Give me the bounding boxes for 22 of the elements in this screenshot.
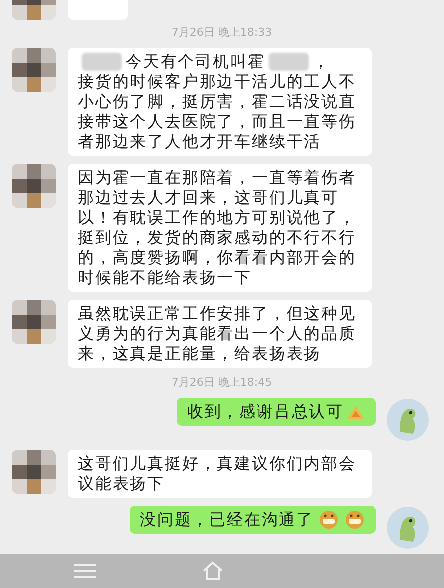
redacted-mark: [82, 53, 122, 71]
message-text: 虽然耽误正常工作安排了，但这种见义勇为的行为真能看出一个人的品质来，这真是正能量，给表扬表扬: [78, 304, 358, 364]
menu-icon[interactable]: [74, 563, 96, 579]
message-text: 没问题，已经在沟通了: [140, 510, 314, 530]
home-icon[interactable]: [202, 561, 224, 581]
message-text: 这哥们儿真挺好，真建议你们内部会议能表扬下: [78, 454, 358, 494]
timestamp: 7月26日 晚上18:33: [172, 26, 272, 40]
avatar: [12, 164, 56, 208]
message-text: 接货的时候客户那边干活儿的工人不小心伤了脚，挺厉害，霍二话没说直接带这个人去医院了，而且一直等伤者那边来了人他才开车继续干活: [78, 72, 358, 152]
message-text: 今天有个司机叫霍: [126, 52, 266, 72]
timestamp: 7月26日 晚上18:45: [172, 376, 272, 390]
grinning-face-icon: [344, 510, 366, 530]
message-text: 收到，感谢吕总认可: [187, 402, 344, 422]
message-text: ，: [313, 52, 331, 72]
dinosaur-avatar-icon: [386, 398, 430, 442]
dinosaur-avatar-icon: [386, 506, 430, 550]
message-text: 因为霍一直在那陪着，一直等着伤者那边过去人才回来，这哥们儿真可以！有耽误工作的地方可别说他了，挺到位，发货的商家感动的不行不行的，高度赞扬啊，你看看内部开会的时候能不能给表扬一下: [78, 168, 358, 288]
grinning-face-icon: [318, 510, 340, 530]
avatar: [12, 300, 56, 344]
avatar: [12, 450, 56, 494]
redacted-mark: [269, 53, 310, 71]
avatar: [12, 48, 56, 92]
